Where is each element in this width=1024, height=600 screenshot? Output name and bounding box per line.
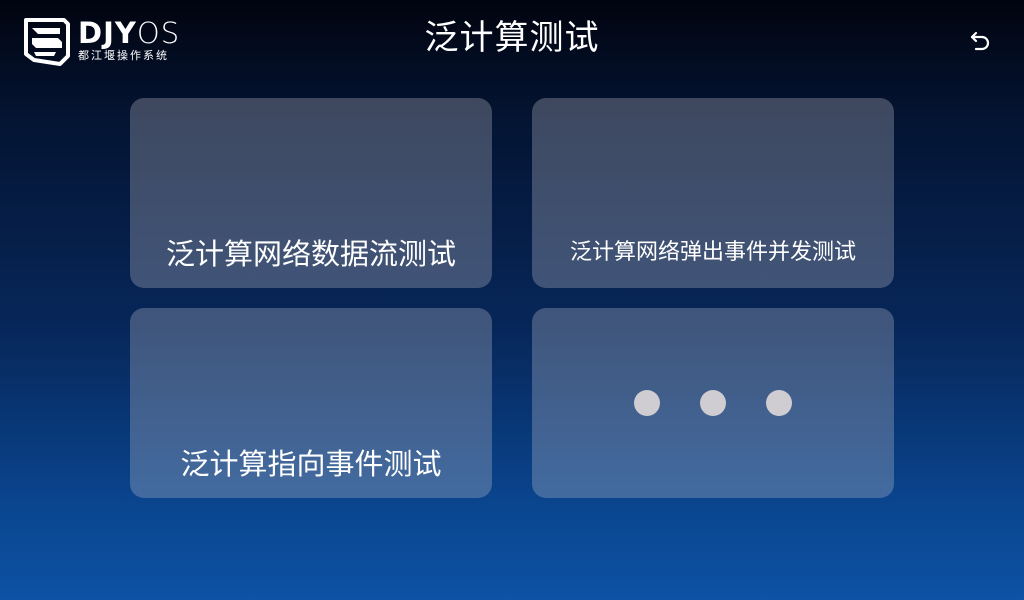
dot — [634, 390, 660, 416]
more-dots-icon — [532, 390, 894, 416]
card-network-dataflow-test[interactable]: 泛计算网络数据流测试 — [130, 98, 492, 288]
card-label: 泛计算指向事件测试 — [180, 447, 442, 481]
dot — [700, 390, 726, 416]
card-label: 泛计算网络弹出事件并发测试 — [569, 240, 856, 265]
back-arrow-icon — [970, 31, 990, 51]
card-pointer-event-test[interactable]: 泛计算指向事件测试 — [130, 308, 492, 498]
card-more[interactable] — [532, 308, 894, 498]
card-network-popup-concurrency-test[interactable]: 泛计算网络弹出事件并发测试 — [532, 98, 894, 288]
page-title: 泛计算测试 — [424, 18, 600, 58]
back-button[interactable] — [964, 24, 996, 56]
card-label: 泛计算网络数据流测试 — [165, 237, 456, 271]
dot — [766, 390, 792, 416]
